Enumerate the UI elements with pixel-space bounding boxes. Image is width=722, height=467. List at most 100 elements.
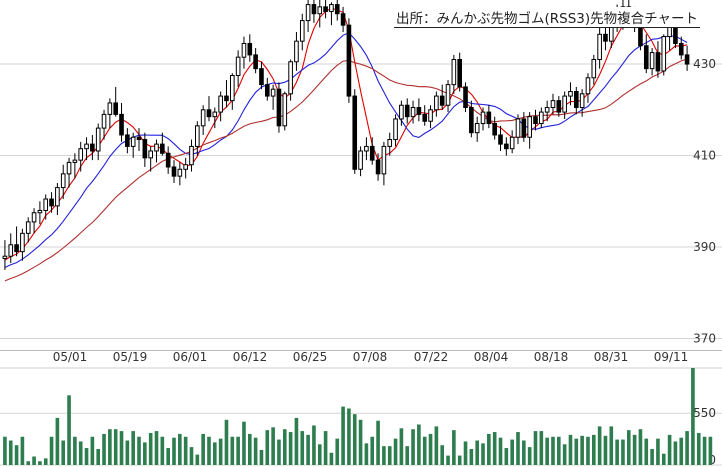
volume-bar xyxy=(446,455,450,465)
candle xyxy=(334,0,340,21)
candle-body-down xyxy=(323,6,328,12)
candle-body-up xyxy=(550,100,556,109)
x-tick-label: 08/31 xyxy=(594,350,629,364)
candle-body-up xyxy=(101,113,107,129)
candle-body-down xyxy=(486,111,492,125)
candle xyxy=(550,93,556,115)
ma-mid-line xyxy=(4,32,688,268)
volume-bar xyxy=(43,458,48,465)
candle xyxy=(340,6,346,33)
candle xyxy=(2,240,8,270)
candle-body-down xyxy=(463,86,468,109)
candle xyxy=(171,160,177,184)
volume-bar xyxy=(96,448,101,465)
volume-bar xyxy=(300,431,305,465)
candle xyxy=(463,82,468,113)
candle-body-down xyxy=(469,107,474,134)
candle-body-down xyxy=(113,102,119,115)
volume-bar xyxy=(14,445,19,465)
candle-body-down xyxy=(457,58,463,88)
candle xyxy=(165,146,171,174)
candle xyxy=(276,82,282,133)
candle xyxy=(573,86,579,115)
candle-body-up xyxy=(218,95,223,113)
volume-bar xyxy=(73,436,77,465)
x-tick-label: 06/25 xyxy=(293,350,328,364)
candle-body-up xyxy=(661,36,667,72)
candle xyxy=(253,48,258,74)
candle xyxy=(177,162,183,186)
volume-bar xyxy=(656,438,660,465)
candle-body-up xyxy=(195,125,200,147)
candle xyxy=(404,98,410,124)
candle xyxy=(346,18,352,103)
x-tick-label: 07/22 xyxy=(414,350,449,364)
x-tick-label: 05/01 xyxy=(53,350,88,364)
volume-bar xyxy=(335,438,340,465)
volume-bar xyxy=(259,449,264,465)
candle-body-up xyxy=(288,61,293,95)
candle-body-down xyxy=(439,95,445,106)
candle xyxy=(451,54,457,94)
candle-body-down xyxy=(340,13,346,26)
volume-bar xyxy=(178,433,182,465)
candle-body-up xyxy=(235,56,241,76)
candle-body-down xyxy=(521,118,527,138)
candle xyxy=(20,228,25,261)
candle xyxy=(95,123,101,161)
volume-bar xyxy=(562,444,567,465)
volume-bar xyxy=(481,443,485,465)
volume-bar xyxy=(323,431,328,465)
ma-short-line xyxy=(4,7,688,261)
volume-bar xyxy=(341,406,345,465)
volume-bar xyxy=(586,436,590,465)
candle-body-up xyxy=(509,136,515,150)
candle xyxy=(317,0,323,28)
candle-body-up xyxy=(60,173,66,189)
price-tick-label: 370 xyxy=(693,332,716,346)
candle-body-down xyxy=(136,136,142,141)
candle-body-up xyxy=(154,143,159,152)
candle xyxy=(474,116,480,142)
candle xyxy=(381,141,387,186)
candle xyxy=(655,41,661,78)
candle-body-up xyxy=(8,244,14,257)
candle-body-up xyxy=(579,93,585,109)
candle xyxy=(323,0,328,19)
candle xyxy=(49,192,54,213)
candle xyxy=(352,89,358,174)
candle xyxy=(229,73,235,110)
volume-bar xyxy=(434,426,439,465)
candle-body-down xyxy=(678,42,684,56)
volume-tick-label: 550 xyxy=(693,406,716,420)
candle xyxy=(247,34,253,62)
candle xyxy=(515,114,521,145)
candle-body-down xyxy=(49,198,54,207)
candle-body-down xyxy=(404,104,410,118)
volume-bar xyxy=(265,430,270,465)
volume-bar xyxy=(108,429,112,465)
volume-bar xyxy=(253,437,258,465)
candle-body-down xyxy=(259,68,264,86)
candle xyxy=(562,91,567,119)
candle xyxy=(439,84,445,110)
candle-body-up xyxy=(66,161,72,175)
volume-bar xyxy=(61,440,66,465)
candle-body-up xyxy=(78,148,84,161)
volume-bar xyxy=(230,436,235,465)
candle-body-down xyxy=(171,166,177,177)
candle xyxy=(200,105,206,135)
volume-bar xyxy=(166,448,170,465)
candle-body-down xyxy=(573,91,579,109)
volume-bar xyxy=(475,440,479,465)
candle xyxy=(445,80,451,113)
volume-bar xyxy=(417,424,421,465)
volume-bar xyxy=(137,436,141,465)
volume-bar xyxy=(708,436,713,465)
volume-bar xyxy=(125,440,130,465)
volume-bar xyxy=(551,436,555,465)
candle xyxy=(37,201,43,225)
volume-bar xyxy=(236,436,240,465)
volume-bar xyxy=(376,420,380,465)
volume-bar xyxy=(580,435,584,465)
